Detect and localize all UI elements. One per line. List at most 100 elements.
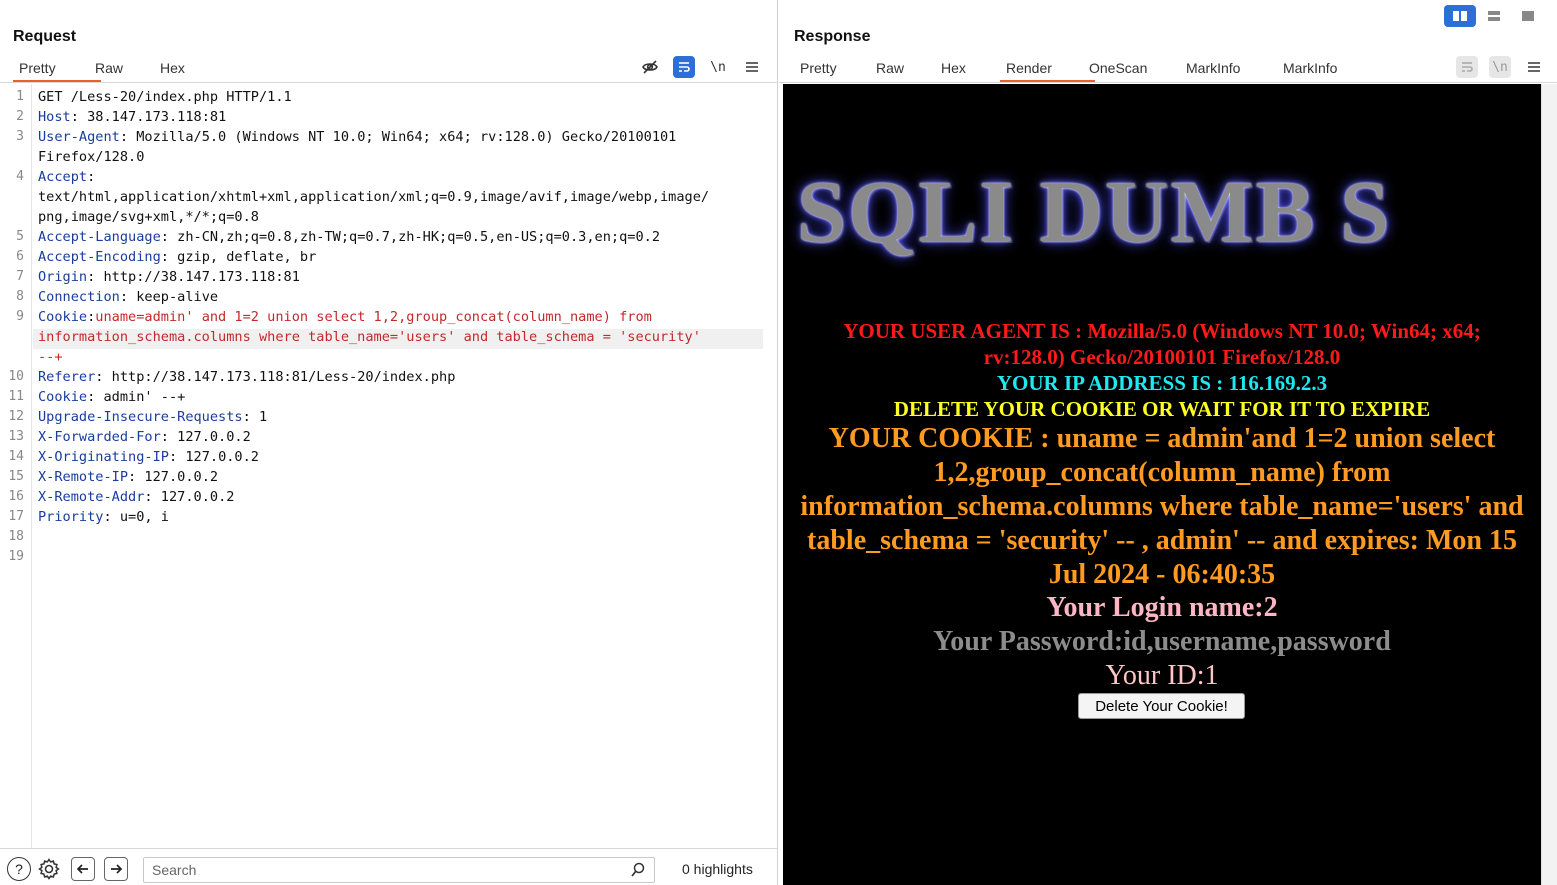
request-line: 11 Cookie: admin' --+ <box>0 387 777 407</box>
newline-icon[interactable]: \n <box>707 56 729 78</box>
tab-markinfo[interactable]: MarkInfo <box>1186 56 1283 83</box>
line-text: Firefox/128.0 <box>38 149 145 165</box>
menu-icon[interactable] <box>741 56 763 78</box>
divider <box>0 82 778 83</box>
request-line: 19 <box>0 547 777 567</box>
tab-markinfo-2[interactable]: MarkInfo <box>1283 56 1363 83</box>
header-value: 127.0.0.2 <box>144 469 219 485</box>
settings-gear-icon[interactable] <box>37 857 61 881</box>
header-name: Priority <box>38 509 104 525</box>
request-line: png,image/svg+xml,*/*;q=0.8 <box>0 207 777 227</box>
header-value: 127.0.0.2 <box>160 489 235 505</box>
layout-stacked-icon[interactable] <box>1478 5 1510 27</box>
request-line: 15 X-Remote-IP: 127.0.0.2 <box>0 467 777 487</box>
request-pane: Request Pretty Raw Hex \n 1 GET /Less-20/… <box>0 0 778 885</box>
line-number: 6 <box>16 249 24 264</box>
delete-cookie-msg: DELETE YOUR COOKIE OR WAIT FOR IT TO EXP… <box>893 397 1431 421</box>
request-tabs: Pretty Raw Hex <box>13 56 200 83</box>
tab-raw[interactable]: Raw <box>876 56 941 83</box>
request-line: 9 Cookie:uname=admin' and 1=2 union selec… <box>0 307 777 327</box>
header-value: 127.0.0.2 <box>177 429 251 445</box>
line-number: 10 <box>8 369 24 384</box>
tab-pretty[interactable]: Pretty <box>13 56 101 83</box>
line-number: 11 <box>8 389 24 404</box>
header-value: admin' --+ <box>103 389 186 405</box>
forward-arrow-icon[interactable] <box>104 857 128 881</box>
line-number: 4 <box>16 169 24 184</box>
tab-hex[interactable]: Hex <box>160 56 200 83</box>
request-line: 3 User-Agent: Mozilla/5.0 (Windows NT 10.… <box>0 127 777 147</box>
request-line: 6 Accept-Encoding: gzip, deflate, br <box>0 247 777 267</box>
layout-side-by-side-icon[interactable] <box>1444 5 1476 27</box>
layout-single-icon[interactable] <box>1512 5 1544 27</box>
line-number: 13 <box>8 429 24 444</box>
line-content: X-Originating-IP: 127.0.0.2 <box>38 449 259 465</box>
header-value: uname=admin' and 1=2 union select 1,2,gr… <box>95 309 652 325</box>
header-name: Accept <box>38 169 88 185</box>
line-content: Cookie: admin' --+ <box>38 389 185 405</box>
tab-raw[interactable]: Raw <box>95 56 160 83</box>
line-content: Accept: <box>38 169 95 185</box>
header-value: 38.147.173.118:81 <box>87 109 227 125</box>
line-number: 15 <box>8 469 24 484</box>
line-number: 3 <box>16 129 24 144</box>
header-separator: : <box>95 369 112 385</box>
header-separator: : <box>160 249 178 265</box>
password-text: Your Password:id,username,password <box>933 626 1391 657</box>
header-value: http://38.147.173.118:81/Less-20/index.p… <box>111 369 456 385</box>
line-content: Accept-Encoding: gzip, deflate, br <box>38 249 316 265</box>
request-line: information_schema.columns where table_n… <box>0 327 777 347</box>
line-number: 17 <box>8 509 24 524</box>
tab-hex[interactable]: Hex <box>941 56 1006 83</box>
render-scrollbar[interactable] <box>1541 84 1557 885</box>
line-content: Accept-Language: zh-CN,zh;q=0.8,zh-TW;q=… <box>38 229 660 245</box>
line-content: Referer: http://38.147.173.118:81/Less-2… <box>38 369 455 385</box>
header-name: Origin <box>38 269 88 285</box>
request-line: 7 Origin: http://38.147.173.118:81 <box>0 267 777 287</box>
user-agent-text: YOUR USER AGENT IS : Mozilla/5.0 (Window… <box>843 319 1481 369</box>
highlights-count: 0 highlights <box>682 861 753 877</box>
header-separator: : <box>119 289 137 305</box>
header-separator: : <box>242 409 259 425</box>
header-value: gzip, deflate, br <box>177 249 317 265</box>
eye-off-icon[interactable] <box>639 56 661 78</box>
help-icon[interactable]: ? <box>7 857 31 881</box>
back-arrow-icon[interactable] <box>71 857 95 881</box>
search-bar: ? Search 0 highlights <box>0 848 777 885</box>
tab-onescan[interactable]: OneScan <box>1089 56 1186 83</box>
header-value: http://38.147.173.118:81 <box>103 269 300 285</box>
request-line: --+ <box>0 347 777 367</box>
line-number: 5 <box>16 229 24 244</box>
request-line: 8 Connection: keep-alive <box>0 287 777 307</box>
search-icon[interactable] <box>630 862 646 883</box>
response-title: Response <box>794 28 871 45</box>
tab-pretty[interactable]: Pretty <box>800 56 876 83</box>
request-line: 17 Priority: u=0, i <box>0 507 777 527</box>
line-content: X-Forwarded-For: 127.0.0.2 <box>38 429 251 445</box>
id-text: Your ID:1 <box>1105 660 1219 691</box>
wrap-icon[interactable] <box>673 56 695 78</box>
line-text: information_schema.columns where table_n… <box>38 329 701 345</box>
line-number: 2 <box>16 109 24 124</box>
line-number: 1 <box>16 89 24 104</box>
newline-icon[interactable]: \n <box>1489 56 1511 78</box>
sqli-dumb-banner: SQLI DUMB S <box>797 164 1392 261</box>
line-content: X-Remote-Addr: 127.0.0.2 <box>38 489 234 505</box>
response-pane: Response Pretty Raw Hex Render OneScan M… <box>779 0 1557 885</box>
search-input[interactable]: Search <box>143 857 655 883</box>
line-content: information_schema.columns where table_n… <box>38 329 701 345</box>
request-line: 18 <box>0 527 777 547</box>
line-number: 12 <box>8 409 24 424</box>
delete-cookie-button[interactable]: Delete Your Cookie! <box>1078 693 1245 719</box>
menu-icon[interactable] <box>1523 56 1545 78</box>
login-name-text: Your Login name:2 <box>1046 592 1278 623</box>
line-number: 8 <box>16 289 24 304</box>
tab-render[interactable]: Render <box>1000 56 1095 83</box>
header-name: Referer <box>38 369 96 385</box>
line-number: 7 <box>16 269 24 284</box>
header-value: 1 <box>258 409 268 425</box>
request-editor[interactable]: 1 GET /Less-20/index.php HTTP/1.1 2 Host: 3… <box>0 84 777 848</box>
wrap-icon[interactable] <box>1456 56 1478 78</box>
header-value: Mozilla/5.0 (Windows NT 10.0; Win64; x64… <box>136 129 677 145</box>
header-separator: : <box>87 169 96 185</box>
